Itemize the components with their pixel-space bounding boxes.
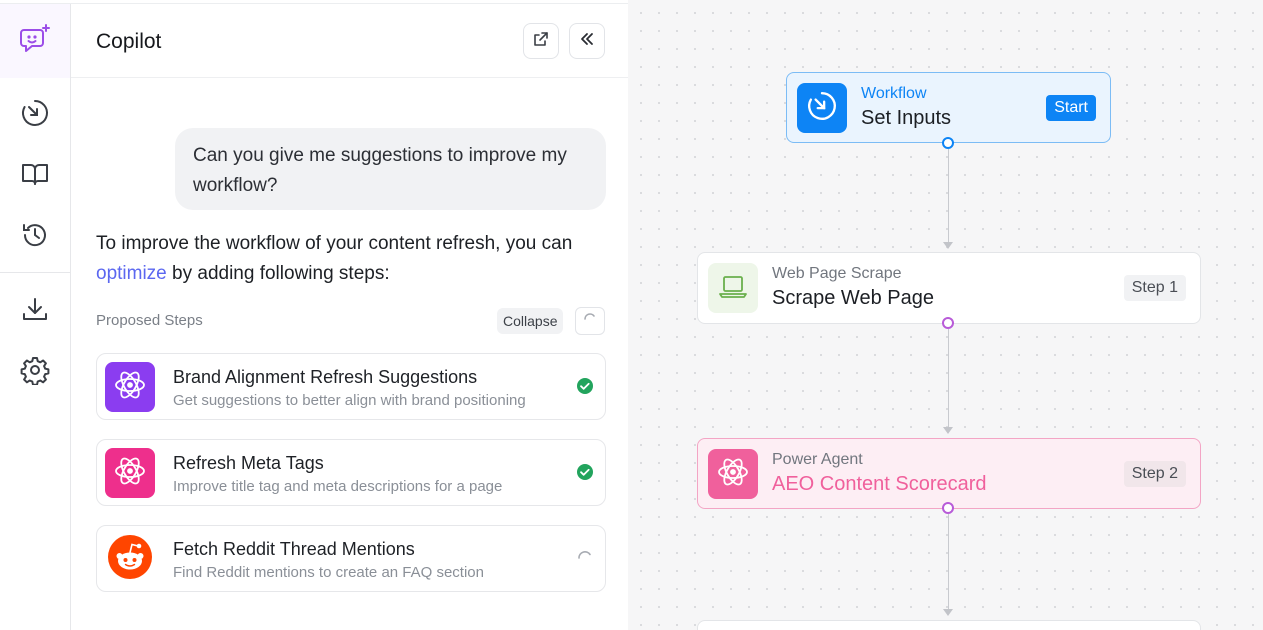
step-icon-tile bbox=[105, 362, 155, 412]
rail-item-download[interactable] bbox=[0, 292, 70, 332]
node-icon-tile bbox=[797, 83, 847, 133]
atom-icon bbox=[113, 454, 147, 493]
run-dial-icon bbox=[20, 98, 50, 133]
step-icon-tile bbox=[105, 448, 155, 498]
left-rail bbox=[0, 0, 71, 630]
assistant-answer: To improve the workflow of your content … bbox=[96, 229, 616, 289]
step-description: Improve title tag and meta descriptions … bbox=[173, 478, 503, 495]
proposed-loading-button[interactable] bbox=[575, 307, 605, 335]
check-circle-icon bbox=[576, 463, 594, 486]
node-title: Scrape Web Page bbox=[772, 287, 934, 309]
open-external-button[interactable] bbox=[523, 23, 559, 59]
node-subtitle: Workflow bbox=[861, 85, 927, 102]
optimize-link[interactable]: optimize bbox=[96, 263, 167, 284]
rail-item-run[interactable] bbox=[0, 95, 70, 135]
edge-arrow bbox=[943, 242, 953, 249]
node-title: Set Inputs bbox=[861, 107, 952, 129]
node-badge: Step 1 bbox=[1123, 275, 1186, 301]
collapse-panel-button[interactable] bbox=[569, 23, 605, 59]
step-title: Refresh Meta Tags bbox=[173, 453, 324, 473]
top-border bbox=[0, 0, 628, 4]
book-icon bbox=[20, 159, 50, 194]
workflow-node-step-1[interactable]: Web Page Scrape Scrape Web Page Step 1 bbox=[697, 252, 1201, 324]
copilot-rail-item[interactable] bbox=[0, 4, 70, 78]
rail-item-history[interactable] bbox=[0, 217, 70, 257]
workflow-node-start[interactable]: Workflow Set Inputs Start bbox=[786, 72, 1111, 143]
workflow-canvas[interactable]: Workflow Set Inputs Start Web Page Scrap… bbox=[628, 0, 1263, 630]
panel-header: Copilot bbox=[71, 4, 628, 78]
rail-item-settings[interactable] bbox=[0, 352, 70, 392]
copilot-panel: Copilot Can you give me suggestions to i… bbox=[71, 0, 628, 630]
step-status bbox=[575, 550, 595, 570]
answer-text-suffix: by adding following steps: bbox=[166, 263, 390, 284]
node-subtitle: Power Agent bbox=[772, 451, 863, 468]
step-description: Get suggestions to better align with bra… bbox=[173, 392, 526, 409]
step-status bbox=[575, 463, 595, 486]
step-title: Brand Alignment Refresh Suggestions bbox=[173, 367, 478, 387]
run-dial-icon bbox=[806, 90, 838, 127]
step-icon-tile bbox=[105, 534, 155, 584]
laptop-icon bbox=[717, 270, 749, 307]
node-output-handle[interactable] bbox=[942, 137, 954, 149]
workflow-node-step-2[interactable]: Power Agent AEO Content Scorecard Step 2 bbox=[697, 438, 1201, 509]
workflow-node-next[interactable] bbox=[697, 620, 1201, 630]
step-title: Fetch Reddit Thread Mentions bbox=[173, 539, 415, 559]
spinner-icon bbox=[576, 549, 594, 572]
proposed-step-card[interactable]: Brand Alignment Refresh Suggestions Get … bbox=[96, 353, 606, 420]
download-icon bbox=[20, 295, 50, 330]
atom-icon bbox=[716, 455, 750, 494]
rail-item-library[interactable] bbox=[0, 156, 70, 196]
spinner-icon bbox=[582, 311, 598, 332]
step-description: Find Reddit mentions to create an FAQ se… bbox=[173, 564, 484, 581]
step-status bbox=[575, 377, 595, 400]
reddit-icon bbox=[107, 534, 153, 585]
node-badge: Step 2 bbox=[1123, 461, 1186, 487]
panel-title: Copilot bbox=[96, 30, 162, 53]
gear-icon bbox=[20, 355, 50, 390]
answer-text-prefix: To improve the workflow of your content … bbox=[96, 233, 573, 254]
node-title: AEO Content Scorecard bbox=[772, 473, 987, 495]
double-chevron-left-icon bbox=[579, 31, 595, 52]
chat-sparkle-icon bbox=[18, 22, 52, 61]
proposed-step-card[interactable]: Fetch Reddit Thread Mentions Find Reddit… bbox=[96, 525, 606, 592]
edge-arrow bbox=[943, 609, 953, 616]
user-message-bubble: Can you give me suggestions to improve m… bbox=[175, 128, 606, 210]
check-circle-icon bbox=[576, 377, 594, 400]
rail-divider bbox=[0, 272, 70, 273]
external-link-icon bbox=[533, 31, 549, 52]
proposed-steps-label: Proposed Steps bbox=[96, 312, 203, 329]
edge-line bbox=[948, 149, 949, 242]
collapse-button[interactable]: Collapse bbox=[497, 308, 564, 334]
node-subtitle: Web Page Scrape bbox=[772, 265, 902, 282]
edge-line bbox=[948, 514, 949, 609]
node-output-handle[interactable] bbox=[942, 502, 954, 514]
proposed-step-card[interactable]: Refresh Meta Tags Improve title tag and … bbox=[96, 439, 606, 506]
edge-line bbox=[948, 329, 949, 427]
history-icon bbox=[20, 220, 50, 255]
atom-icon bbox=[113, 368, 147, 407]
edge-arrow bbox=[943, 427, 953, 434]
node-icon-tile bbox=[708, 263, 758, 313]
node-output-handle[interactable] bbox=[942, 317, 954, 329]
node-icon-tile bbox=[708, 449, 758, 499]
node-badge: Start bbox=[1046, 95, 1096, 121]
